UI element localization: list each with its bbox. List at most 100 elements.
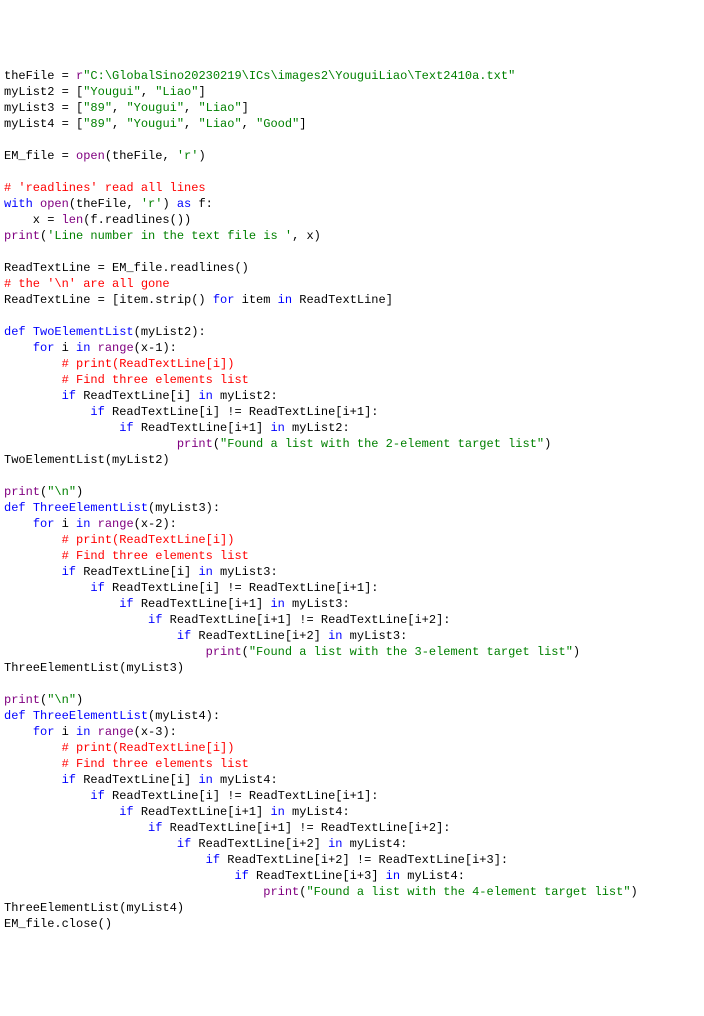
code-token-kw: for (33, 517, 55, 531)
code-token-builtin: range (98, 725, 134, 739)
code-token-id: (x-3): (134, 725, 177, 739)
code-line: if ReadTextLine[i+1] != ReadTextLine[i+2… (4, 612, 700, 628)
code-line (4, 468, 700, 484)
code-line (4, 676, 700, 692)
code-line: if ReadTextLine[i] in myList2: (4, 388, 700, 404)
code-token-id: i (54, 517, 76, 531)
code-token-id (26, 325, 33, 339)
code-line: myList3 = ["89", "Yougui", "Liao"] (4, 100, 700, 116)
code-line: myList4 = ["89", "Yougui", "Liao", "Good… (4, 116, 700, 132)
code-token-deffn: TwoElementList (33, 325, 134, 339)
code-token-id (4, 789, 90, 803)
code-token-id: myList4: (213, 773, 278, 787)
code-line: for i in range(x-2): (4, 516, 700, 532)
code-token-id: theFile = (4, 69, 76, 83)
code-token-id: item (234, 293, 277, 307)
code-token-builtin: range (98, 517, 134, 531)
code-token-deffn: ThreeElementList (33, 501, 148, 515)
code-line: print("Found a list with the 2-element t… (4, 436, 700, 452)
code-token-id: ) (76, 485, 83, 499)
code-token-kw: if (62, 389, 76, 403)
code-line: EM_file.close() (4, 916, 700, 932)
code-token-id: , (141, 85, 155, 99)
code-token-kw: if (206, 853, 220, 867)
code-token-kw: def (4, 325, 26, 339)
code-token-id (4, 741, 62, 755)
code-token-id: (x-1): (134, 341, 177, 355)
code-line: if ReadTextLine[i] in myList4: (4, 772, 700, 788)
code-token-str: "C:\GlobalSino20230219\ICs\images2\Yougu… (83, 69, 515, 83)
code-token-id: ) (573, 645, 580, 659)
code-token-id: , x) (292, 229, 321, 243)
code-token-kw: def (4, 501, 26, 515)
code-token-id: i (54, 725, 76, 739)
code-token-str: "\n" (47, 693, 76, 707)
code-token-str: "Yougui" (126, 101, 184, 115)
code-token-id (4, 869, 234, 883)
code-token-id: ReadTextLine[i] (76, 389, 198, 403)
code-token-kw: in (198, 773, 212, 787)
code-line: # Find three elements list (4, 548, 700, 564)
code-token-id (26, 709, 33, 723)
code-token-str: "Liao" (198, 117, 241, 131)
code-line: if ReadTextLine[i+2] in myList4: (4, 836, 700, 852)
code-token-builtin: open (76, 149, 105, 163)
code-token-id: (myList2): (134, 325, 206, 339)
code-token-kw: if (148, 613, 162, 627)
code-line: TwoElementList(myList2) (4, 452, 700, 468)
code-token-id: myList4: (400, 869, 465, 883)
code-token-id: EM_file.close() (4, 917, 112, 931)
code-token-kw: in (270, 421, 284, 435)
code-token-id (4, 773, 62, 787)
code-token-id: EM_file = (4, 149, 76, 163)
code-line: if ReadTextLine[i+1] in myList3: (4, 596, 700, 612)
code-token-id: myList3: (342, 629, 407, 643)
code-line: with open(theFile, 'r') as f: (4, 196, 700, 212)
code-line: myList2 = ["Yougui", "Liao"] (4, 84, 700, 100)
code-token-id: ] (242, 101, 249, 115)
code-line: for i in range(x-1): (4, 340, 700, 356)
code-token-id: ThreeElementList(myList3) (4, 661, 184, 675)
code-token-id (4, 597, 119, 611)
code-token-id: ) (162, 197, 176, 211)
code-line: ReadTextLine = EM_file.readlines() (4, 260, 700, 276)
code-token-id: myList3: (285, 597, 350, 611)
code-line: def TwoElementList(myList2): (4, 324, 700, 340)
code-token-id: (x-2): (134, 517, 177, 531)
code-token-id (4, 437, 177, 451)
code-token-id (33, 197, 40, 211)
code-token-id (4, 581, 90, 595)
code-token-str: "Liao" (155, 85, 198, 99)
code-token-cmt: # 'readlines' read all lines (4, 181, 206, 195)
code-token-id: ) (198, 149, 205, 163)
code-line: print("Found a list with the 3-element t… (4, 644, 700, 660)
code-token-kw: for (213, 293, 235, 307)
code-token-kw: as (177, 197, 191, 211)
code-token-id (4, 533, 62, 547)
code-token-id: myList4: (285, 805, 350, 819)
code-token-id: ) (76, 693, 83, 707)
code-token-id: (theFile, (105, 149, 177, 163)
code-token-id: ReadTextLine[i+1] (134, 805, 271, 819)
code-token-kw: in (76, 725, 90, 739)
code-token-id: ReadTextLine[i+1] (134, 597, 271, 611)
code-token-kw: if (90, 581, 104, 595)
code-token-kw: if (177, 629, 191, 643)
code-token-kw: in (328, 837, 342, 851)
code-token-id: myList2 = [ (4, 85, 83, 99)
code-token-id (4, 853, 206, 867)
code-token-id: TwoElementList(myList2) (4, 453, 170, 467)
code-token-kw: in (278, 293, 292, 307)
code-token-id (4, 565, 62, 579)
code-line: print("\n") (4, 692, 700, 708)
code-line (4, 164, 700, 180)
code-line: ThreeElementList(myList3) (4, 660, 700, 676)
code-token-kw: in (270, 805, 284, 819)
code-line: print('Line number in the text file is '… (4, 228, 700, 244)
code-token-id: ) (631, 885, 638, 899)
code-token-str: "Liao" (198, 101, 241, 115)
code-token-id: myList4 = [ (4, 117, 83, 131)
code-token-kw: if (119, 597, 133, 611)
code-line: # the '\n' are all gone (4, 276, 700, 292)
code-token-id: (theFile, (69, 197, 141, 211)
